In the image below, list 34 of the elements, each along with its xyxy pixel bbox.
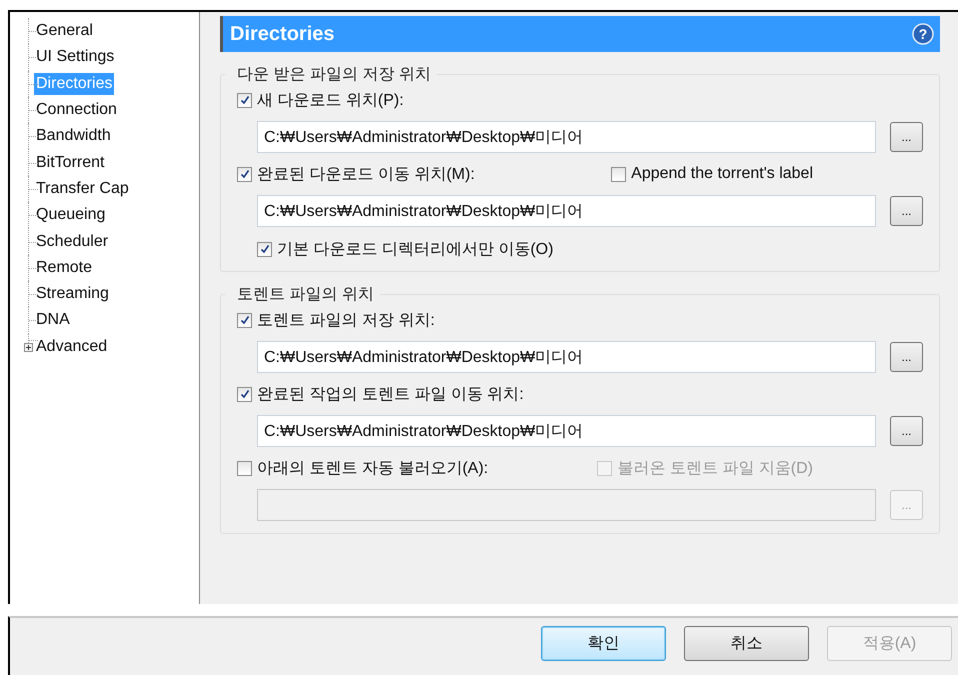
checkbox[interactable]: 새 다운로드 위치(P): — [237, 90, 404, 110]
checkbox[interactable]: Append the torrent's label — [611, 165, 813, 183]
help-icon[interactable]: ? — [912, 23, 934, 45]
expand-icon[interactable] — [24, 342, 33, 352]
tree-item[interactable]: Scheduler — [34, 230, 110, 253]
tree-item[interactable]: Transfer Cap — [34, 178, 131, 200]
path-field[interactable]: C:₩Users₩Administrator₩Desktop₩미디어 — [257, 121, 876, 153]
tree-item[interactable]: Advanced — [34, 336, 110, 358]
path-field[interactable]: C:₩Users₩Administrator₩Desktop₩미디어 — [257, 195, 876, 227]
tree-item[interactable]: General — [34, 20, 95, 42]
tree-item[interactable]: Bandwidth — [34, 125, 113, 148]
tree-item[interactable]: Streaming — [34, 283, 111, 306]
path-field[interactable]: C:₩Users₩Administrator₩Desktop₩미디어 — [257, 415, 876, 447]
group-title: 토렌트 파일의 위치 — [236, 285, 375, 305]
tree-item[interactable]: BitTorrent — [34, 152, 106, 174]
browse-button[interactable]: ... — [890, 342, 923, 372]
browse-button[interactable]: ... — [890, 196, 923, 226]
group-title: 다운 받은 파일의 저장 위치 — [236, 65, 432, 85]
checkbox[interactable]: 아래의 토렌트 자동 불러오기(A): — [237, 458, 488, 478]
tree-item[interactable]: UI Settings — [34, 46, 116, 68]
checkbox[interactable]: 토렌트 파일의 저장 위치: — [237, 310, 435, 330]
checkbox[interactable]: 기본 다운로드 디렉터리에서만 이동(O) — [257, 238, 554, 260]
dialog-button[interactable]: 확인 — [541, 626, 666, 661]
path-field[interactable]: C:₩Users₩Administrator₩Desktop₩미디어 — [257, 341, 876, 373]
browse-button[interactable]: ... — [890, 416, 923, 446]
dialog-button[interactable]: 취소 — [684, 626, 809, 661]
tree-item[interactable]: Connection — [34, 99, 119, 122]
tree-item[interactable]: Queueing — [34, 204, 108, 226]
tree-item[interactable]: DNA — [34, 309, 72, 332]
checkbox[interactable]: 완료된 다운로드 이동 위치(M): — [237, 164, 475, 184]
tree-item[interactable]: Remote — [34, 256, 94, 279]
browse-button[interactable]: ... — [890, 122, 923, 152]
checkbox[interactable]: 완료된 작업의 토렌트 파일 이동 위치: — [237, 384, 524, 404]
section-title: Directories — [230, 22, 334, 46]
